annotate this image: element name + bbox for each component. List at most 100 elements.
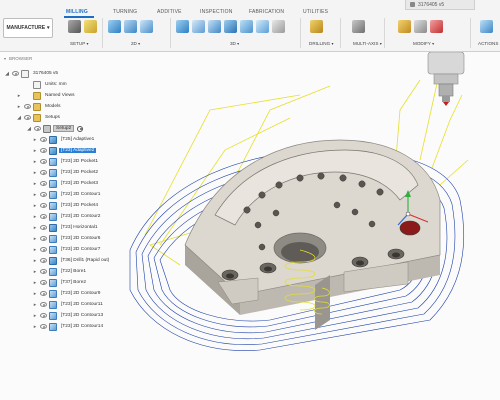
chevron-down-icon[interactable]: ◢ [4,71,10,77]
chevron-right-icon[interactable]: ▸ [32,313,38,319]
group-multi-axis[interactable]: MULTI-AXIS ▾ [353,41,382,46]
operation-row[interactable]: ▸ [T23] 2D Pocket3 [32,178,100,189]
browser-header[interactable]: ▾ BROWSER [0,53,110,63]
drill-icon[interactable] [310,20,323,33]
chevron-right-icon[interactable]: ▸ [32,148,38,154]
operation-row[interactable]: ▸ [T25] Adaptive1 [32,134,96,145]
visibility-eye-icon[interactable] [40,137,47,142]
workspace-switcher[interactable]: MANUFACTURE ▾ [3,18,53,38]
operation-row[interactable]: ▸ [T23] 2D Contour2 [32,211,102,222]
visibility-eye-icon[interactable] [40,192,47,197]
tab-inspection[interactable]: INSPECTION [200,9,233,15]
3d-viewport[interactable] [118,52,500,400]
chevron-right-icon[interactable]: ▸ [32,181,38,187]
tab-utilities[interactable]: UTILITIES [303,9,328,15]
operation-row[interactable]: ▸ [T23] 2D Contour9 [32,288,102,299]
multi-axis-icon[interactable] [352,20,365,33]
operation-row[interactable]: ▸ [T23] 2D Pocket2 [32,167,100,178]
group-drilling[interactable]: DRILLING ▾ [309,41,334,46]
chevron-right-icon[interactable]: ▸ [32,324,38,330]
operation-row[interactable]: ▸ [T23] 2D Contour6 [32,233,102,244]
tree-models[interactable]: ▸ Models [16,101,62,112]
tree-named-views[interactable]: ▸ Named Views [16,90,77,101]
tree-root[interactable]: ◢ 3176405 v5 [4,68,60,79]
visibility-eye-icon[interactable] [40,214,47,219]
chevron-down-icon[interactable]: ◢ [16,115,22,121]
group-2d[interactable]: 2D ▾ [131,41,140,46]
operation-row[interactable]: ▸ [T23] 2D Contour7 [32,244,102,255]
toolpath-scene[interactable] [118,52,500,400]
chevron-right-icon[interactable]: ▸ [32,291,38,297]
tab-turning[interactable]: TURNING [113,9,137,15]
tree-setups[interactable]: ◢ Setups [16,112,62,123]
visibility-eye-icon[interactable] [40,269,47,274]
visibility-eye-icon[interactable] [40,148,47,153]
operation-row[interactable]: ▸ [T22] 2D Contour1 [32,189,102,200]
visibility-eye-icon[interactable] [40,203,47,208]
scallop-icon[interactable] [240,20,253,33]
operation-row[interactable]: ▸ [T23] 2D Pocket4 [32,200,100,211]
chevron-right-icon[interactable]: ▸ [32,269,38,275]
chevron-right-icon[interactable]: ▸ [16,104,22,110]
group-setup[interactable]: SETUP ▾ [70,41,89,46]
steep-shallow-icon[interactable] [208,20,221,33]
chevron-right-icon[interactable]: ▸ [32,247,38,253]
visibility-eye-icon[interactable] [40,181,47,186]
visibility-eye-icon[interactable] [40,324,47,329]
operation-row[interactable]: ▸ [T23] 2D Contour13 [32,310,105,321]
tree-units[interactable]: Units: mm [16,79,69,90]
chevron-right-icon[interactable]: ▸ [32,192,38,198]
document-title-badge[interactable]: 3176405 v5 [405,0,475,10]
visibility-eye-icon[interactable] [40,236,47,241]
tab-fabrication[interactable]: FABRICATION [249,9,284,15]
tree-setup[interactable]: ◢ Setup2 [26,123,84,134]
visibility-eye-icon[interactable] [40,291,47,296]
visibility-eye-icon[interactable] [24,115,31,120]
chevron-right-icon[interactable]: ▸ [32,170,38,176]
chevron-right-icon[interactable]: ▸ [32,258,38,264]
modify-icon-3[interactable] [430,20,443,33]
chevron-right-icon[interactable]: ▸ [32,280,38,286]
operation-row[interactable]: ▸ [T22] Bore1 [32,266,88,277]
visibility-eye-icon[interactable] [40,280,47,285]
visibility-eye-icon[interactable] [40,247,47,252]
visibility-eye-icon[interactable] [34,126,41,131]
operation-row[interactable]: ▸ [T37] Bore2 [32,277,88,288]
chevron-right-icon[interactable]: ▸ [32,203,38,209]
new-setup-icon[interactable] [68,20,81,33]
tab-milling[interactable]: MILLING [66,9,88,15]
simulate-icon[interactable] [480,20,493,33]
group-actions[interactable]: ACTIONS [478,41,498,46]
chevron-right-icon[interactable]: ▸ [32,225,38,231]
face-icon[interactable] [140,20,153,33]
operation-row[interactable]: ▸ [T23] 2D Pocket1 [32,156,100,167]
operation-row-selected[interactable]: ▸ [T23] Adaptive2 [32,145,97,156]
morphed-spiral-icon[interactable] [272,20,285,33]
visibility-eye-icon[interactable] [40,159,47,164]
visibility-eye-icon[interactable] [40,313,47,318]
adaptive-3d-icon[interactable] [176,20,189,33]
setup-sheet-icon[interactable] [84,20,97,33]
chevron-right-icon[interactable]: ▸ [32,302,38,308]
chevron-right-icon[interactable]: ▸ [32,236,38,242]
operation-row[interactable]: ▸ [T23] Horizontal1 [32,222,100,233]
chevron-right-icon[interactable]: ▸ [32,137,38,143]
operation-row[interactable]: ▸ [T36] Drill1 (Rapid out) [32,255,111,266]
group-modify[interactable]: MODIFY ▾ [413,41,434,46]
modify-icon-2[interactable] [414,20,427,33]
operation-row[interactable]: ▸ [T23] 2D Contour11 [32,299,105,310]
chevron-right-icon[interactable]: ▸ [32,214,38,220]
visibility-eye-icon[interactable] [40,225,47,230]
modify-icon-1[interactable] [398,20,411,33]
group-3d[interactable]: 3D ▾ [230,41,239,46]
visibility-eye-icon[interactable] [40,170,47,175]
adaptive-2d-icon[interactable] [108,20,121,33]
tab-additive[interactable]: ADDITIVE [157,9,182,15]
parallel-icon[interactable] [224,20,237,33]
pocket-2d-icon[interactable] [124,20,137,33]
chevron-right-icon[interactable]: ▸ [32,159,38,165]
chevron-down-icon[interactable]: ◢ [26,126,32,132]
visibility-eye-icon[interactable] [40,258,47,263]
operation-row[interactable]: ▸ [T23] 2D Contour14 [32,321,105,332]
visibility-eye-icon[interactable] [12,71,19,76]
